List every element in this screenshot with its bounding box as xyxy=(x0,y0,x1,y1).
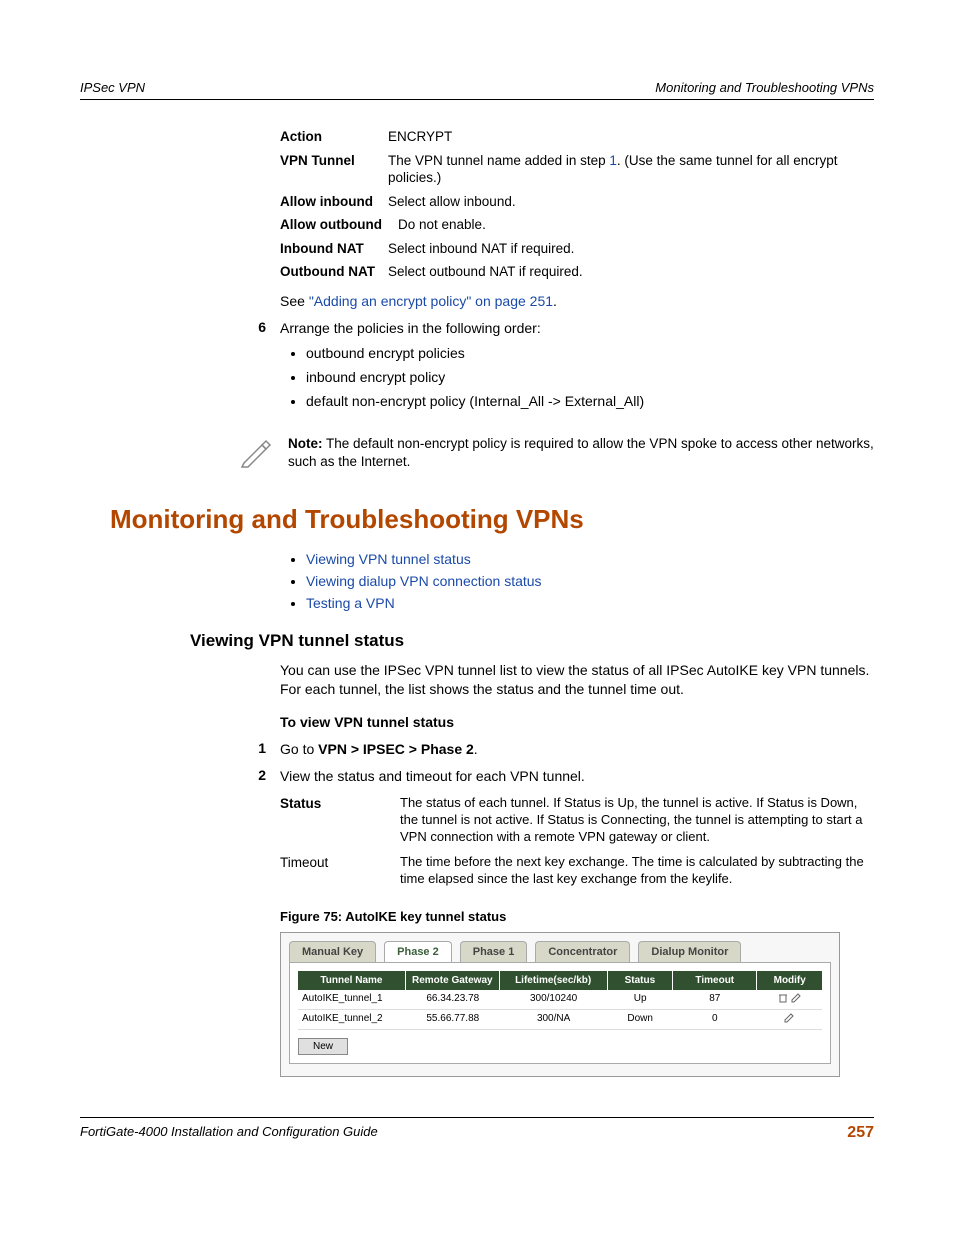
cell-timeout-1: 87 xyxy=(673,990,757,1010)
param-vpn-tunnel-value: The VPN tunnel name added in step 1. (Us… xyxy=(388,152,874,187)
param-table: Action ENCRYPT VPN Tunnel The VPN tunnel… xyxy=(280,128,874,281)
param-allow-outbound-value: Do not enable. xyxy=(398,216,486,234)
proc-step-2: 2 View the status and timeout for each V… xyxy=(80,767,874,787)
figure-autoike-status: Manual Key Phase 2 Phase 1 Concentrator … xyxy=(280,932,840,1077)
note-block: Note: The default non-encrypt policy is … xyxy=(240,435,874,471)
note-body: The default non-encrypt policy is requir… xyxy=(288,436,874,469)
link-tunnel-status[interactable]: Viewing VPN tunnel status xyxy=(306,551,471,567)
table-row: AutoIKE_tunnel_2 55.66.77.88 300/NA Down… xyxy=(298,1010,822,1030)
param-allow-inbound-label: Allow inbound xyxy=(280,193,388,211)
param-allow-inbound-value: Select allow inbound. xyxy=(388,193,516,211)
procedure-title: To view VPN tunnel status xyxy=(280,714,874,730)
cell-name-1: AutoIKE_tunnel_1 xyxy=(298,990,406,1010)
def-timeout-value: The time before the next key exchange. T… xyxy=(400,854,874,888)
step-6-bullets: outbound encrypt policies inbound encryp… xyxy=(280,344,874,411)
cell-life-1: 300/10240 xyxy=(500,990,608,1010)
see-post: . xyxy=(553,293,557,309)
col-remote-gateway: Remote Gateway xyxy=(406,971,500,990)
bullet-outbound: outbound encrypt policies xyxy=(306,344,874,364)
col-lifetime: Lifetime(sec/kb) xyxy=(500,971,608,990)
edit-icon[interactable] xyxy=(784,1013,794,1026)
step1-pre: Go to xyxy=(280,741,318,757)
section-heading: Monitoring and Troubleshooting VPNs xyxy=(110,504,874,535)
tab-dialup-monitor[interactable]: Dialup Monitor xyxy=(638,941,741,962)
proc-step-2-num: 2 xyxy=(80,767,280,787)
step1-bold: VPN > IPSEC > Phase 2 xyxy=(318,741,474,757)
col-status: Status xyxy=(608,971,674,990)
param-action-value: ENCRYPT xyxy=(388,128,452,146)
encrypt-policy-link[interactable]: "Adding an encrypt policy" on page 251 xyxy=(309,293,553,309)
cell-name-2: AutoIKE_tunnel_2 xyxy=(298,1010,406,1030)
bullet-default: default non-encrypt policy (Internal_All… xyxy=(306,392,874,412)
param-vpn-tunnel-label: VPN Tunnel xyxy=(280,152,388,187)
proc-step-1-body: Go to VPN > IPSEC > Phase 2. xyxy=(280,740,874,760)
col-modify: Modify xyxy=(757,971,822,990)
param-outbound-nat-label: Outbound NAT xyxy=(280,263,388,281)
param-allow-outbound-label: Allow outbound xyxy=(280,216,398,234)
running-head-right: Monitoring and Troubleshooting VPNs xyxy=(655,80,874,95)
running-head: IPSec VPN Monitoring and Troubleshooting… xyxy=(80,80,874,100)
def-timeout-label: Timeout xyxy=(280,854,400,888)
figure-caption: Figure 75: AutoIKE key tunnel status xyxy=(280,909,874,924)
def-status-label: Status xyxy=(280,795,400,846)
cell-timeout-2: 0 xyxy=(673,1010,757,1030)
definition-table: Status The status of each tunnel. If Sta… xyxy=(280,795,874,887)
param-inbound-nat-value: Select inbound NAT if required. xyxy=(388,240,574,258)
edit-icon[interactable] xyxy=(791,993,801,1006)
def-status-value: The status of each tunnel. If Status is … xyxy=(400,795,874,846)
note-icon xyxy=(240,435,274,469)
tab-manual-key[interactable]: Manual Key xyxy=(289,941,376,962)
body-paragraph: You can use the IPSec VPN tunnel list to… xyxy=(280,661,874,700)
note-label: Note: xyxy=(288,436,323,451)
page-number: 257 xyxy=(847,1124,874,1142)
trash-icon[interactable] xyxy=(778,993,788,1006)
step-6-num: 6 xyxy=(80,319,280,419)
cell-modify-2 xyxy=(757,1010,822,1030)
param-outbound-nat-value: Select outbound NAT if required. xyxy=(388,263,583,281)
section-link-list: Viewing VPN tunnel status Viewing dialup… xyxy=(280,551,874,611)
cell-status-1: Up xyxy=(608,990,673,1010)
cell-gw-1: 66.34.23.78 xyxy=(406,990,500,1010)
page: IPSec VPN Monitoring and Troubleshooting… xyxy=(0,0,954,1235)
tab-phase-1[interactable]: Phase 1 xyxy=(460,941,528,962)
vpn-tunnel-pre: The VPN tunnel name added in step xyxy=(388,153,609,168)
note-text: Note: The default non-encrypt policy is … xyxy=(288,435,874,471)
tab-phase-2[interactable]: Phase 2 xyxy=(384,941,452,962)
col-tunnel-name: Tunnel Name xyxy=(298,971,406,990)
proc-step-1-num: 1 xyxy=(80,740,280,760)
step-6: 6 Arrange the policies in the following … xyxy=(80,319,874,419)
see-pre: See xyxy=(280,293,309,309)
proc-step-1: 1 Go to VPN > IPSEC > Phase 2. xyxy=(80,740,874,760)
tab-concentrator[interactable]: Concentrator xyxy=(535,941,630,962)
table-row: AutoIKE_tunnel_1 66.34.23.78 300/10240 U… xyxy=(298,990,822,1010)
link-dialup-status[interactable]: Viewing dialup VPN connection status xyxy=(306,573,542,589)
cell-status-2: Down xyxy=(608,1010,673,1030)
running-head-left: IPSec VPN xyxy=(80,80,145,95)
see-line: See "Adding an encrypt policy" on page 2… xyxy=(280,293,874,309)
link-testing-vpn[interactable]: Testing a VPN xyxy=(306,595,395,611)
bullet-inbound: inbound encrypt policy xyxy=(306,368,874,388)
param-inbound-nat-label: Inbound NAT xyxy=(280,240,388,258)
figure-tabs: Manual Key Phase 2 Phase 1 Concentrator … xyxy=(281,933,839,962)
footer-title: FortiGate-4000 Installation and Configur… xyxy=(80,1124,378,1142)
cell-modify-1 xyxy=(757,990,822,1010)
step-6-text: Arrange the policies in the following or… xyxy=(280,320,541,336)
proc-step-2-body: View the status and timeout for each VPN… xyxy=(280,767,874,787)
step1-post: . xyxy=(474,741,478,757)
sub-heading-tunnel-status: Viewing VPN tunnel status xyxy=(190,631,874,651)
new-button[interactable]: New xyxy=(298,1038,348,1055)
grid-header: Tunnel Name Remote Gateway Lifetime(sec/… xyxy=(298,971,822,990)
cell-life-2: 300/NA xyxy=(500,1010,608,1030)
step-1-link[interactable]: 1 xyxy=(609,153,617,168)
tab-pane: Tunnel Name Remote Gateway Lifetime(sec/… xyxy=(289,962,831,1064)
col-timeout: Timeout xyxy=(673,971,757,990)
param-action-label: Action xyxy=(280,128,388,146)
cell-gw-2: 55.66.77.88 xyxy=(406,1010,500,1030)
page-footer: FortiGate-4000 Installation and Configur… xyxy=(80,1117,874,1142)
